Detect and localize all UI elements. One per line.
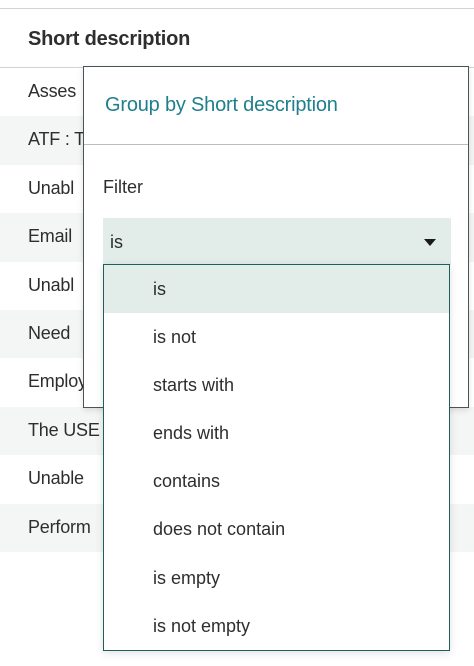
group-by-title-link[interactable]: Group by Short description: [105, 94, 338, 117]
table-cell: Asses: [28, 81, 77, 101]
table-cell: ATF : T: [28, 129, 85, 150]
option-is-empty[interactable]: is empty: [104, 554, 449, 602]
filter-operator-value: is: [110, 232, 123, 252]
table-cell: Email: [28, 226, 73, 247]
option-label: is not: [153, 327, 197, 348]
filter-operator-dropdown: is is not starts with ends with contains…: [103, 264, 450, 651]
table-cell: Perform: [28, 516, 91, 537]
option-does-not-contain[interactable]: does not contain: [104, 505, 449, 553]
filter-operator-select[interactable]: is: [103, 218, 451, 265]
option-is-not[interactable]: is not: [104, 313, 449, 361]
option-label: ends with: [153, 423, 230, 444]
option-contains[interactable]: contains: [104, 457, 449, 505]
filter-label: Filter: [103, 177, 143, 197]
option-label: does not contain: [153, 519, 286, 540]
option-label: contains: [153, 471, 221, 492]
table-cell: Unabl: [28, 274, 75, 295]
option-ends-with[interactable]: ends with: [104, 409, 449, 457]
table-cell: Unabl: [28, 177, 75, 198]
panel-divider: [84, 144, 468, 145]
table-cell: Employ: [28, 371, 87, 392]
option-label: is not empty: [153, 615, 251, 636]
option-is-not-empty[interactable]: is not empty: [104, 602, 449, 650]
page: Short description Asses ATF : T Unabl Em…: [0, 0, 474, 666]
column-header-short-description[interactable]: Short description: [0, 8, 474, 68]
table-cell: Need: [28, 322, 71, 343]
caret-down-icon: [424, 239, 436, 246]
option-label: is empty: [153, 567, 221, 588]
option-label: starts with: [153, 375, 235, 396]
table-cell: The USE: [28, 419, 100, 440]
column-header-label: Short description: [28, 28, 191, 50]
option-is[interactable]: is: [104, 265, 449, 314]
table-cell: Unable: [28, 468, 84, 489]
option-label: is: [153, 279, 166, 299]
option-starts-with[interactable]: starts with: [104, 361, 449, 409]
